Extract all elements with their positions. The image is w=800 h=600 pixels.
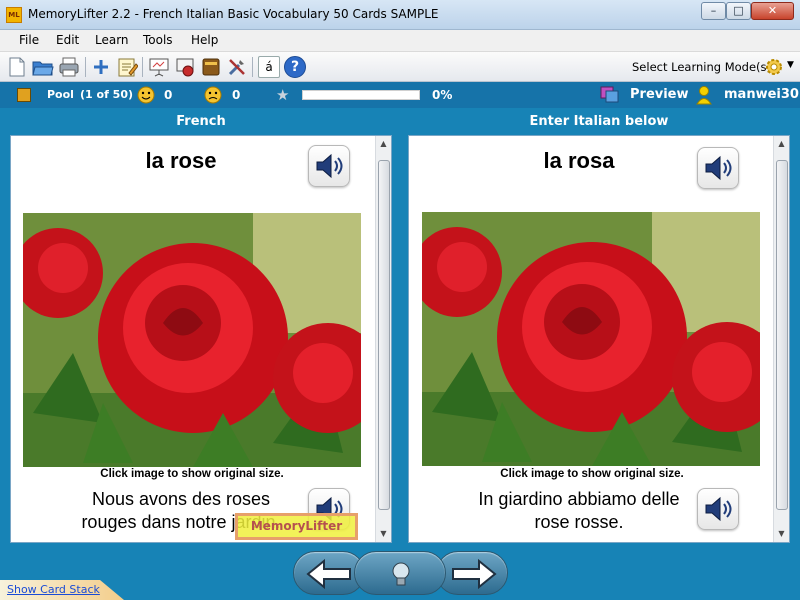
help-icon[interactable]: ? <box>284 56 306 78</box>
edit-icon[interactable] <box>116 56 138 78</box>
scroll-down-icon[interactable]: ▼ <box>774 526 789 542</box>
open-folder-icon[interactable] <box>32 56 54 78</box>
slideshow-icon[interactable] <box>174 56 196 78</box>
progress-percent: 0% <box>432 88 453 102</box>
memorylifter-watermark: MemoryLifter <box>235 513 358 540</box>
scroll-up-icon[interactable]: ▲ <box>774 136 789 152</box>
scroll-thumb[interactable] <box>776 160 788 510</box>
lightbulb-icon <box>392 562 410 586</box>
show-card-stack-link[interactable]: Show Card Stack <box>7 583 100 596</box>
window-title: MemoryLifter 2.2 - French Italian Basic … <box>28 7 439 21</box>
toolbar-separator <box>142 57 143 77</box>
preview-icon[interactable] <box>599 85 621 105</box>
sad-count: 0 <box>232 88 241 102</box>
close-button[interactable]: ✕ <box>751 2 794 20</box>
pool-count: (1 of 50) <box>80 88 134 101</box>
arrow-right-icon <box>452 558 497 590</box>
sentence-line: In giardino abbiamo delle <box>478 489 680 509</box>
pool-label: Pool <box>47 88 74 101</box>
star-icon: ★ <box>276 86 290 104</box>
menu-file[interactable]: File <box>19 33 39 47</box>
sad-face-icon <box>204 86 222 104</box>
answer-audio-button[interactable] <box>697 147 739 189</box>
learning-mode-gear-icon[interactable] <box>763 56 785 78</box>
speaker-icon <box>705 496 732 522</box>
question-image-caption: Click image to show original size. <box>100 468 284 480</box>
menu-bar: File Edit Learn Tools Help <box>0 30 800 52</box>
chevron-down-icon[interactable]: ▼ <box>787 60 794 70</box>
presentation-icon[interactable] <box>148 56 170 78</box>
question-audio-button[interactable] <box>308 145 350 187</box>
toolbar: á ? Select Learning Mode(s) ▼ <box>0 52 800 82</box>
add-icon[interactable] <box>90 56 112 78</box>
happy-count: 0 <box>164 88 173 102</box>
question-scrollbar[interactable]: ▲ ▼ <box>375 136 391 542</box>
question-image[interactable] <box>23 213 361 467</box>
sentence-line: Nous avons des roses <box>91 489 271 509</box>
answer-card: la rosa Click image to show original siz… <box>408 135 790 543</box>
toolbar-separator <box>85 57 86 77</box>
character-map-icon[interactable]: á <box>258 56 280 78</box>
progress-bar <box>302 90 420 100</box>
book-icon[interactable] <box>200 56 222 78</box>
sentence-line: rose rosse. <box>534 512 624 532</box>
status-bar: Pool (1 of 50) 0 0 ★ 0% Preview manwei30 <box>0 82 800 108</box>
answer-sentence-audio-button[interactable] <box>697 488 739 530</box>
pool-box-icon <box>17 88 31 102</box>
menu-tools[interactable]: Tools <box>143 33 173 47</box>
menu-edit[interactable]: Edit <box>56 33 79 47</box>
print-icon[interactable] <box>58 56 80 78</box>
settings-tools-icon[interactable] <box>226 56 248 78</box>
learning-area: French Enter Italian below la rose Click… <box>0 108 800 600</box>
speaker-icon <box>316 153 343 179</box>
answer-image-caption: Click image to show original size. <box>500 468 684 480</box>
speaker-icon <box>705 155 732 181</box>
maximize-button[interactable]: □ <box>726 2 751 20</box>
app-logo-icon: ML <box>6 7 22 23</box>
preview-button[interactable]: Preview <box>630 87 689 102</box>
scroll-thumb[interactable] <box>378 160 390 510</box>
user-name: manwei30 <box>724 87 799 102</box>
question-card: la rose Click image to show original siz… <box>10 135 392 543</box>
question-language-header: French <box>176 114 226 129</box>
toolbar-separator <box>252 57 253 77</box>
answer-scrollbar[interactable]: ▲ ▼ <box>773 136 789 542</box>
answer-example-sentence: In giardino abbiamo delle rose rosse. <box>459 488 699 534</box>
question-word: la rose <box>145 148 217 173</box>
minimize-button[interactable]: – <box>701 2 726 20</box>
menu-learn[interactable]: Learn <box>95 33 129 47</box>
new-file-icon[interactable] <box>6 56 28 78</box>
answer-image[interactable] <box>422 212 760 466</box>
hint-button[interactable] <box>354 551 446 595</box>
title-bar: ML MemoryLifter 2.2 - French Italian Bas… <box>0 0 800 30</box>
menu-help[interactable]: Help <box>191 33 218 47</box>
scroll-up-icon[interactable]: ▲ <box>376 136 391 152</box>
learning-mode-label[interactable]: Select Learning Mode(s) <box>632 60 771 74</box>
answer-language-header: Enter Italian below <box>529 114 669 129</box>
happy-face-icon <box>137 86 155 104</box>
scroll-down-icon[interactable]: ▼ <box>376 526 391 542</box>
user-icon <box>696 85 712 105</box>
